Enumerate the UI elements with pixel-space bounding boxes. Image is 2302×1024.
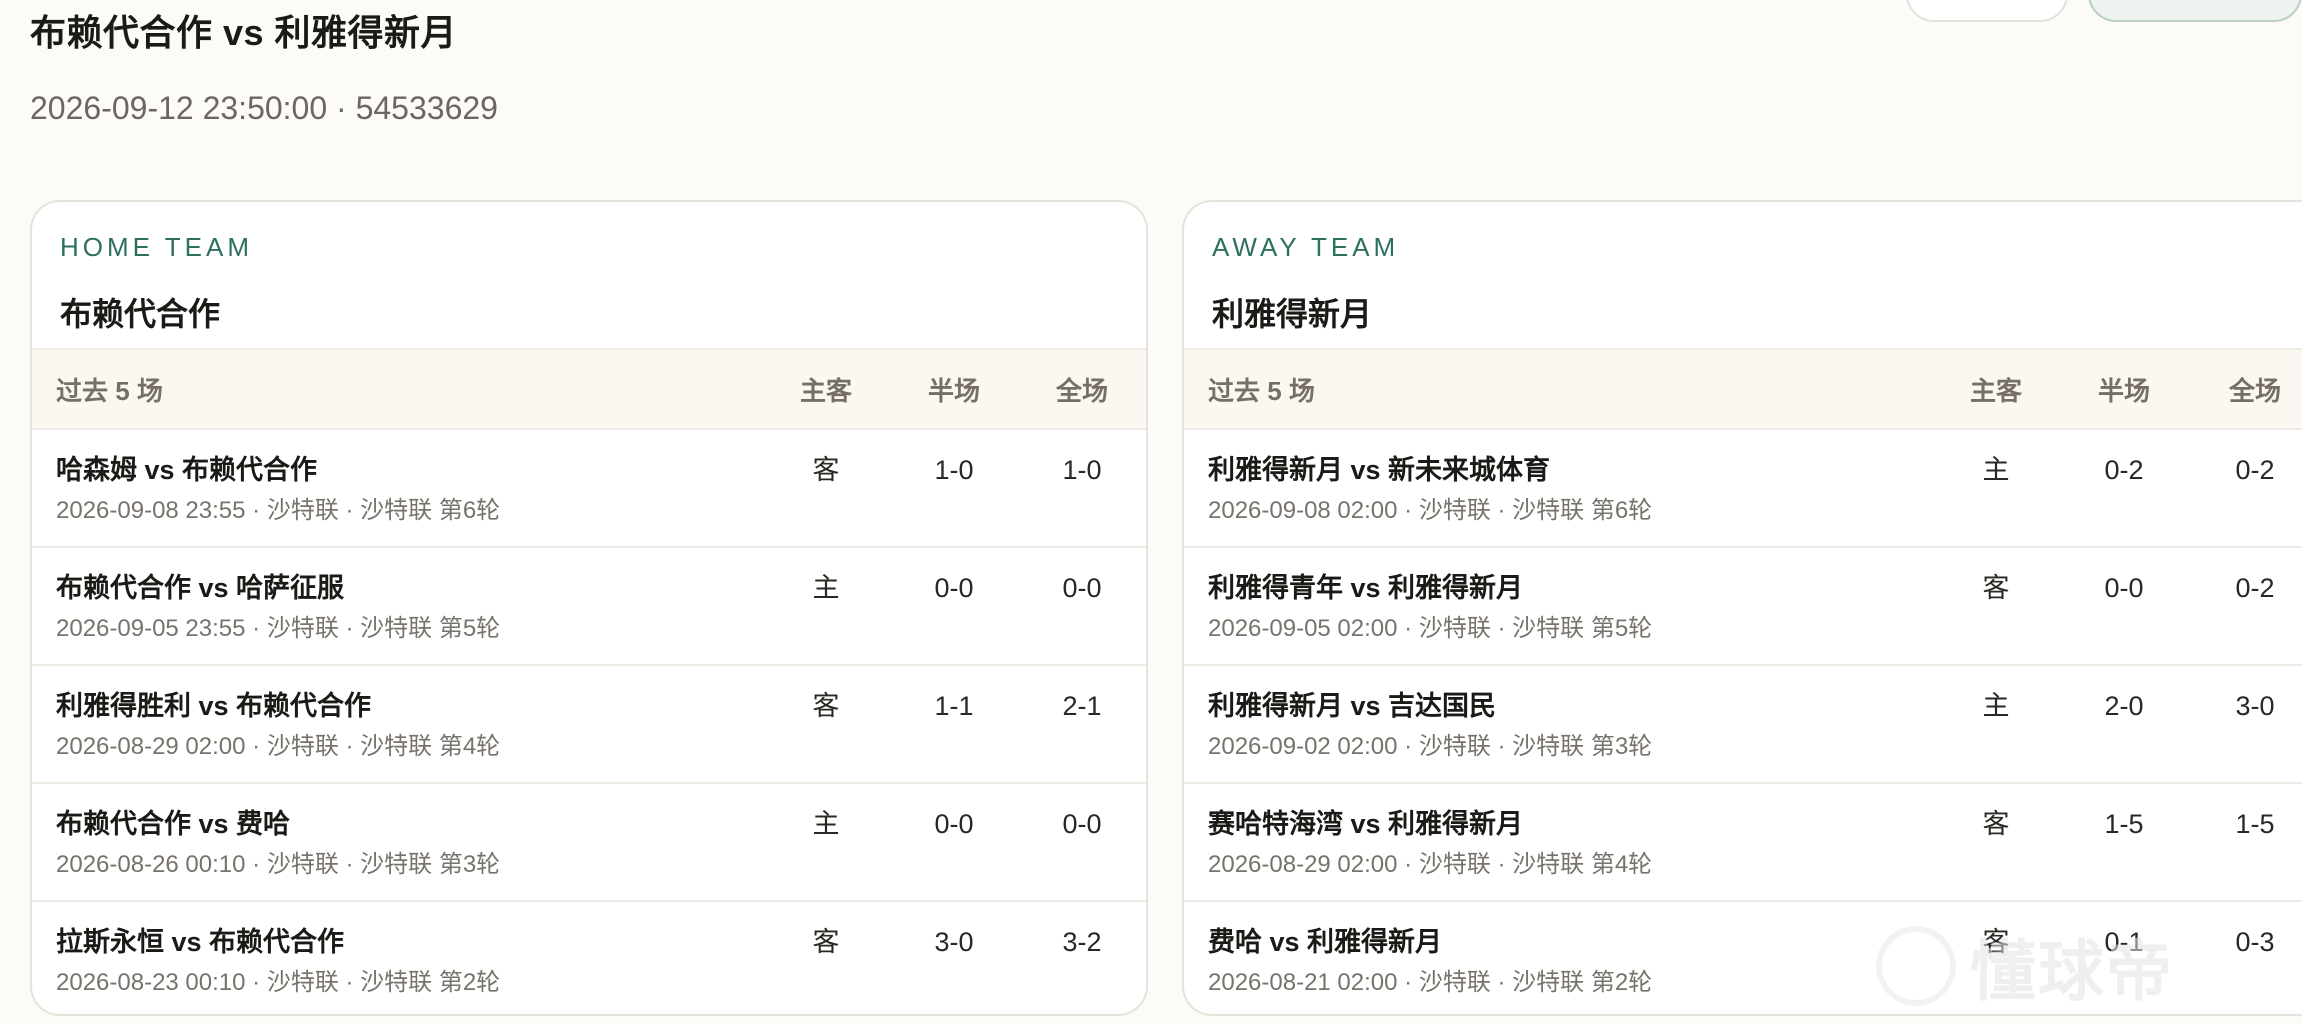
match-sub: 2026-08-26 00:10 · 沙特联 · 沙特联 第3轮 [56,851,501,878]
full-score: 0-0 [1062,809,1102,839]
table-row[interactable]: 利雅得新月 vs 新未来城体育 2026-09-08 02:00 · 沙特联 ·… [1184,430,2302,548]
match-sub: 2026-08-23 00:10 · 沙特联 · 沙特联 第2轮 [56,969,501,996]
away-team-name: 利雅得新月 [1212,296,1373,332]
home-away-value: 客 [812,455,840,485]
home-away-value: 客 [1982,573,2010,603]
half-score: 1-5 [2104,809,2144,839]
match-sub: 2026-09-08 02:00 · 沙特联 · 沙特联 第6轮 [1208,497,1653,524]
col-history: 过去 5 场 [1208,375,1315,406]
half-score: 0-0 [934,573,974,603]
full-score: 1-0 [1062,455,1102,485]
full-score: 3-2 [1062,927,1102,957]
half-score: 1-1 [934,691,974,721]
match-sub: 2026-09-08 23:55 · 沙特联 · 沙特联 第6轮 [56,497,501,524]
match-name: 利雅得胜利 vs 布赖代合作 [56,691,372,721]
home-history-list: 哈森姆 vs 布赖代合作 2026-09-08 23:55 · 沙特联 · 沙特… [32,430,1146,1014]
half-score: 3-0 [934,927,974,957]
full-score: 0-0 [1062,573,1102,603]
half-score: 0-0 [2104,573,2144,603]
home-away-value: 客 [1982,809,2010,839]
table-row[interactable]: 赛哈特海湾 vs 利雅得新月 2026-08-29 02:00 · 沙特联 · … [1184,784,2302,902]
full-score: 1-5 [2235,809,2275,839]
match-sub: 2026-09-05 02:00 · 沙特联 · 沙特联 第5轮 [1208,615,1653,642]
col-home-away: 主客 [1969,375,2022,406]
match-sub: 2026-08-29 02:00 · 沙特联 · 沙特联 第4轮 [1208,851,1653,878]
half-score: 2-0 [2104,691,2144,721]
away-table-header: 过去 5 场 主客 半场 全场 [1184,350,2302,430]
home-table-header: 过去 5 场 主客 半场 全场 [32,350,1146,430]
match-name: 布赖代合作 vs 哈萨征服 [56,573,345,603]
table-row[interactable]: 利雅得新月 vs 吉达国民 2026-09-02 02:00 · 沙特联 · 沙… [1184,666,2302,784]
match-sub: 2026-09-05 23:55 · 沙特联 · 沙特联 第5轮 [56,615,501,642]
full-score: 3-0 [2235,691,2275,721]
match-name: 布赖代合作 vs 费哈 [56,809,291,839]
match-name: 拉斯永恒 vs 布赖代合作 [56,927,345,957]
home-away-value: 主 [812,809,840,839]
table-row[interactable]: 布赖代合作 vs 费哈 2026-08-26 00:10 · 沙特联 · 沙特联… [32,784,1146,902]
home-card-header: HOME TEAM 布赖代合作 [32,202,1146,350]
table-row[interactable]: 布赖代合作 vs 哈萨征服 2026-09-05 23:55 · 沙特联 · 沙… [32,548,1146,666]
table-row[interactable]: 利雅得青年 vs 利雅得新月 2026-09-05 02:00 · 沙特联 · … [1184,548,2302,666]
full-score: 0-2 [2235,573,2275,603]
match-sub: 2026-09-02 02:00 · 沙特联 · 沙特联 第3轮 [1208,733,1653,760]
half-score: 1-0 [934,455,974,485]
match-name: 哈森姆 vs 布赖代合作 [56,455,318,485]
match-name: 赛哈特海湾 vs 利雅得新月 [1208,809,1524,839]
away-team-card: AWAY TEAM 利雅得新月 过去 5 场 主客 半场 全场 利雅得新月 vs… [1182,200,2302,1016]
half-score: 0-2 [2104,455,2144,485]
match-sub: 2026-08-29 02:00 · 沙特联 · 沙特联 第4轮 [56,733,501,760]
home-away-value: 主 [1982,691,2010,721]
home-team-card: HOME TEAM 布赖代合作 过去 5 场 主客 半场 全场 哈森姆 vs 布… [30,200,1148,1016]
col-half: 半场 [927,375,980,406]
col-full: 全场 [1055,375,1108,406]
col-full: 全场 [2228,375,2281,406]
away-kicker: AWAY TEAM [1212,232,1400,262]
home-team-name: 布赖代合作 [60,296,221,332]
full-score: 2-1 [1062,691,1102,721]
match-name: 利雅得青年 vs 利雅得新月 [1208,573,1524,603]
home-away-value: 主 [812,573,840,603]
watermark-text: 懂球帝 [1970,934,2174,1008]
home-away-value: 客 [812,691,840,721]
table-row[interactable]: 拉斯永恒 vs 布赖代合作 2026-08-23 00:10 · 沙特联 · 沙… [32,902,1146,1014]
table-row[interactable]: 利雅得胜利 vs 布赖代合作 2026-08-29 02:00 · 沙特联 · … [32,666,1146,784]
home-away-value: 客 [812,927,840,957]
match-title: 布赖代合作 vs 利雅得新月 [30,12,458,53]
top-action-button-1[interactable] [1906,0,2068,22]
football-logo-icon [1876,926,1956,1006]
top-action-button-2[interactable] [2088,0,2302,22]
match-name: 利雅得新月 vs 吉达国民 [1208,691,1497,721]
match-name: 利雅得新月 vs 新未来城体育 [1208,455,1551,485]
full-score: 0-2 [2235,455,2275,485]
watermark: 懂球帝 [1876,918,2174,1014]
table-row[interactable]: 哈森姆 vs 布赖代合作 2026-09-08 23:55 · 沙特联 · 沙特… [32,430,1146,548]
col-home-away: 主客 [799,375,852,406]
match-sub: 2026-08-21 02:00 · 沙特联 · 沙特联 第2轮 [1208,969,1653,996]
away-card-header: AWAY TEAM 利雅得新月 [1184,202,2302,350]
col-half: 半场 [2097,375,2150,406]
col-history: 过去 5 场 [56,375,163,406]
home-away-value: 主 [1982,455,2010,485]
half-score: 0-0 [934,809,974,839]
home-kicker: HOME TEAM [60,232,253,262]
match-meta: 2026-09-12 23:50:00 · 54533629 [30,90,498,126]
full-score: 0-3 [2235,927,2275,957]
match-name: 费哈 vs 利雅得新月 [1208,927,1443,957]
